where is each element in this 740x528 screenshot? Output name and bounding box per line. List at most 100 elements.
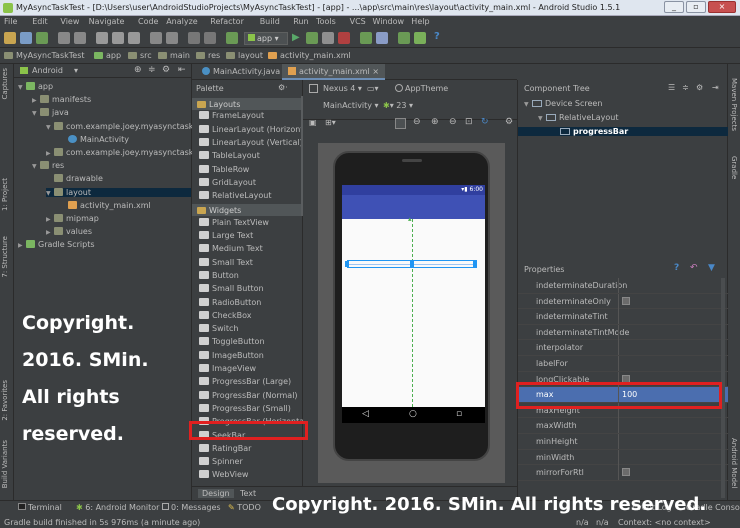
make-project-icon[interactable]	[226, 32, 238, 44]
palette-item[interactable]: CheckBox	[199, 310, 251, 320]
collapse-arrow-icon[interactable]: ▼	[32, 110, 40, 117]
tab-text[interactable]: Text	[240, 489, 256, 498]
back-icon[interactable]	[188, 32, 200, 44]
android-device-monitor-icon[interactable]	[414, 32, 426, 44]
save-icon[interactable]	[20, 32, 32, 44]
palette-section-widgets[interactable]: Widgets	[192, 204, 302, 217]
menu-view[interactable]: View	[60, 17, 79, 26]
property-row[interactable]: indeterminateTint	[518, 309, 728, 325]
build-variants-tool-tab[interactable]: Build Variants	[1, 440, 9, 488]
hide-panel-icon[interactable]: ⇥	[712, 83, 719, 92]
open-folder-icon[interactable]	[4, 32, 16, 44]
tree-item[interactable]: ▶ mipmap	[46, 214, 99, 223]
menu-vcs[interactable]: VCS	[350, 17, 366, 26]
cut-icon[interactable]	[96, 32, 108, 44]
resize-handle-center[interactable]	[410, 261, 414, 267]
structure-tool-tab[interactable]: 7: Structure	[1, 236, 9, 278]
property-row[interactable]: maxWidth	[518, 418, 728, 434]
zoom-out-icon[interactable]: ⊖	[449, 117, 457, 127]
palette-item[interactable]: ProgressBar (Large)	[199, 377, 291, 386]
collapse-arrow-icon[interactable]: ▼	[538, 115, 546, 122]
zoom-in-icon[interactable]: ⊕	[431, 117, 439, 127]
filter-icon[interactable]: ▼	[708, 263, 715, 273]
menu-tools[interactable]: Tools	[316, 17, 336, 26]
palette-item[interactable]: Button	[199, 270, 239, 280]
settings-gear-icon[interactable]: ⚙	[696, 83, 703, 92]
palette-item[interactable]: ProgressBar (Small)	[199, 403, 291, 413]
theme-select[interactable]: AppTheme	[395, 84, 448, 93]
menu-build[interactable]: Build	[260, 17, 280, 26]
palette-item[interactable]: FrameLayout	[199, 111, 264, 120]
tree-item[interactable]: ▼ app	[18, 82, 53, 91]
component-tree-item[interactable]: ▼ Device Screen	[524, 99, 602, 108]
gradle-tool-tab[interactable]: Gradle	[730, 156, 738, 179]
api-select[interactable]: ✱▾ 23 ▾	[383, 101, 413, 110]
tree-item[interactable]: ▼ com.example.joey.myasynctasktest	[46, 121, 209, 131]
tree-item[interactable]: MainActivity	[60, 134, 129, 144]
palette-item[interactable]: TableLayout	[199, 151, 260, 160]
replace-icon[interactable]	[166, 32, 178, 44]
restore-default-icon[interactable]: ↶	[690, 263, 698, 273]
collapse-arrow-icon[interactable]: ▼	[18, 84, 26, 91]
run-config-select[interactable]: app ▾	[244, 32, 288, 45]
collapse-all-icon[interactable]: ≑	[682, 83, 689, 92]
palette-item[interactable]: GridLayout	[199, 177, 256, 187]
tree-item[interactable]: ▶ com.example.joey.myasynctasktest (	[46, 148, 214, 157]
palette-item[interactable]: Large Text	[199, 231, 253, 240]
resize-handle-left[interactable]	[345, 261, 349, 267]
minimize-button[interactable]: _	[664, 1, 684, 13]
palette-item[interactable]: Small Button	[199, 284, 264, 293]
close-button[interactable]: ×	[708, 1, 736, 13]
menu-help[interactable]: Help	[411, 17, 429, 26]
hide-panel-icon[interactable]: ⇤	[178, 65, 186, 75]
dropdown-arrow-icon[interactable]: ▾	[74, 66, 78, 75]
captures-tool-tab[interactable]: Captures	[1, 68, 9, 99]
expand-arrow-icon[interactable]: ▶	[32, 97, 40, 104]
palette-item[interactable]: ToggleButton	[199, 337, 265, 346]
property-row[interactable]: minHeight	[518, 434, 728, 450]
settings-gear-icon[interactable]: ⚙	[162, 65, 170, 75]
stop-icon[interactable]	[338, 32, 350, 44]
debug-icon[interactable]	[306, 32, 318, 44]
grid-icon[interactable]: ⊞▾	[325, 118, 336, 127]
tab-design[interactable]: Design	[198, 489, 234, 498]
sdk-manager-icon[interactable]	[398, 32, 410, 44]
palette-item[interactable]: TableRow	[199, 164, 249, 174]
collapse-arrow-icon[interactable]: ▼	[524, 101, 532, 108]
palette-item[interactable]: Medium Text	[199, 244, 263, 253]
terminal-tool-button[interactable]: Terminal	[18, 503, 62, 512]
favorites-tool-tab[interactable]: 2: Favorites	[1, 380, 9, 421]
zoom-fit-icon[interactable]	[395, 118, 406, 129]
palette-item[interactable]: RatingBar	[199, 443, 251, 453]
tree-item[interactable]: ▼ layout	[46, 187, 191, 197]
menu-edit[interactable]: Edit	[32, 17, 48, 26]
palette-settings-icon[interactable]: ⚙·	[278, 83, 288, 92]
component-tree-item[interactable]: progressBar	[518, 127, 728, 136]
property-row[interactable]: indeterminateOnly	[518, 293, 728, 310]
progressbar-selection[interactable]	[345, 260, 477, 268]
tree-item[interactable]: ▼ java	[32, 108, 69, 117]
breadcrumb-res[interactable]: res	[196, 51, 220, 60]
status-context[interactable]: Context: <no context>	[618, 518, 711, 527]
layout-canvas[interactable]: ▾▮ 6:00 ▴ ◁ ○ ▫	[318, 143, 505, 483]
attach-debugger-icon[interactable]	[322, 32, 334, 44]
palette-item[interactable]: Spinner	[199, 457, 243, 466]
activity-select[interactable]: MainActivity ▾	[323, 101, 379, 110]
close-tab-icon[interactable]: ×	[372, 67, 379, 76]
android-model-tool-tab[interactable]: Android Model	[730, 438, 738, 488]
expand-arrow-icon[interactable]: ▶	[46, 216, 54, 223]
palette-section-layouts[interactable]: Layouts	[192, 98, 302, 110]
tab-mainactivity-java[interactable]: MainActivity.java ×	[196, 64, 295, 80]
find-icon[interactable]	[150, 32, 162, 44]
property-row[interactable]: labelFor	[518, 356, 728, 372]
android-monitor-tool-button[interactable]: ✱ 6: Android Monitor	[76, 503, 159, 512]
tree-item[interactable]: ▶ manifests	[32, 95, 91, 104]
expand-arrow-icon[interactable]: ▶	[46, 150, 54, 157]
palette-item[interactable]: Small Text	[199, 257, 253, 267]
menu-navigate[interactable]: Navigate	[89, 17, 125, 26]
property-row[interactable]: interpolator	[518, 340, 728, 356]
menu-file[interactable]: File	[4, 17, 17, 26]
collapse-arrow-icon[interactable]: ▼	[32, 163, 40, 170]
project-view-select[interactable]: Android	[32, 66, 63, 75]
expand-arrow-icon[interactable]: ▶	[18, 242, 26, 249]
